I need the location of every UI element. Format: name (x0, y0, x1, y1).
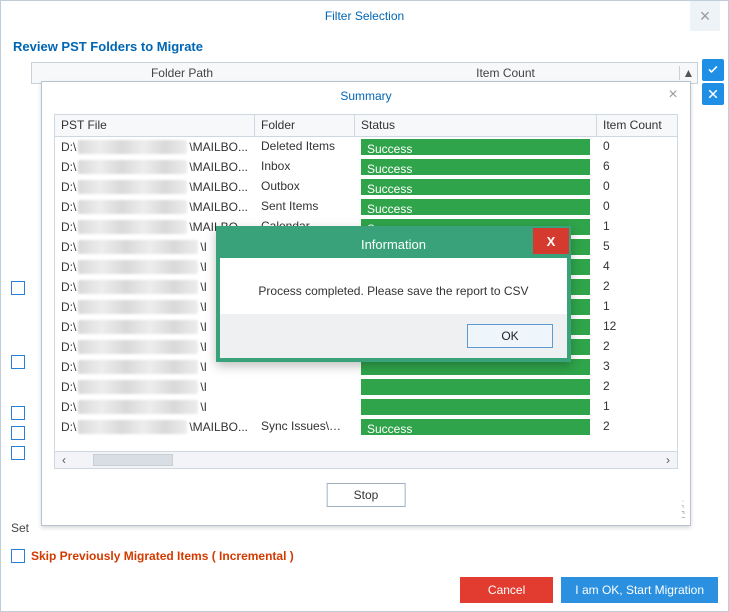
column-status: Status (355, 115, 597, 136)
stop-button[interactable]: Stop (327, 483, 406, 507)
table-row[interactable]: D:\\MAILBO...Deleted ItemsSuccess0 (55, 137, 677, 157)
left-checkbox-group-1 (11, 281, 25, 369)
close-icon[interactable]: × (662, 82, 684, 108)
bottom-buttons: Cancel I am OK, Start Migration (460, 577, 718, 603)
horizontal-scrollbar[interactable]: ‹ › (54, 451, 678, 469)
information-dialog: Information X Process completed. Please … (216, 226, 571, 362)
scrollbar-thumb[interactable] (93, 454, 173, 466)
scroll-right-icon[interactable]: › (659, 453, 677, 467)
table-row[interactable]: D:\\I2 (55, 377, 677, 397)
filter-selection-window: Filter Selection × Review PST Folders to… (0, 0, 729, 612)
scroll-up-icon[interactable]: ▲ (679, 66, 697, 80)
checkbox[interactable] (11, 406, 25, 420)
stop-button-container: Stop (327, 483, 406, 507)
summary-title: Summary (340, 89, 391, 103)
information-titlebar: Information X (220, 230, 567, 258)
column-item-count: Item Count (332, 66, 679, 80)
close-icon[interactable]: × (690, 1, 720, 31)
close-button[interactable]: X (533, 228, 569, 254)
check-toolbar (702, 59, 724, 105)
column-pst-file: PST File (55, 115, 255, 136)
summary-table-header: PST File Folder Status Item Count (55, 115, 677, 137)
skip-checkbox[interactable] (11, 549, 25, 563)
check-all-button[interactable] (702, 59, 724, 81)
resize-grip-icon[interactable]: .:.::.::: (681, 501, 684, 519)
checkbox[interactable] (11, 355, 25, 369)
checkbox[interactable] (11, 281, 25, 295)
close-icon: X (547, 234, 556, 249)
ok-button[interactable]: OK (467, 324, 553, 348)
checkbox[interactable] (11, 426, 25, 440)
column-item-count: Item Count (597, 115, 677, 136)
column-folder: Folder (255, 115, 355, 136)
filter-selection-titlebar: Filter Selection × (1, 1, 728, 31)
scroll-left-icon[interactable]: ‹ (55, 453, 73, 467)
skip-previously-migrated-row: Skip Previously Migrated Items ( Increme… (11, 549, 294, 563)
summary-titlebar: Summary × (42, 82, 690, 110)
information-title: Information (361, 237, 426, 252)
set-label: Set (11, 521, 29, 535)
uncheck-all-button[interactable] (702, 83, 724, 105)
filter-selection-title: Filter Selection (325, 9, 404, 23)
checkbox[interactable] (11, 446, 25, 460)
table-row[interactable]: D:\\I1 (55, 397, 677, 417)
skip-label: Skip Previously Migrated Items ( Increme… (31, 549, 294, 563)
review-pst-folders-header: Review PST Folders to Migrate (1, 31, 728, 62)
table-row[interactable]: D:\\MAILBO...InboxSuccess6 (55, 157, 677, 177)
column-folder-path: Folder Path (32, 66, 332, 80)
cancel-button[interactable]: Cancel (460, 577, 553, 603)
start-migration-button[interactable]: I am OK, Start Migration (561, 577, 718, 603)
left-checkbox-group-2 (11, 406, 25, 460)
table-row[interactable]: D:\\MAILBO...Sent ItemsSuccess0 (55, 197, 677, 217)
information-message: Process completed. Please save the repor… (220, 258, 567, 314)
table-row[interactable]: D:\\MAILBO...Sync Issues\Se...Success2 (55, 417, 677, 437)
information-footer: OK (220, 314, 567, 358)
table-row[interactable]: D:\\MAILBO...OutboxSuccess0 (55, 177, 677, 197)
